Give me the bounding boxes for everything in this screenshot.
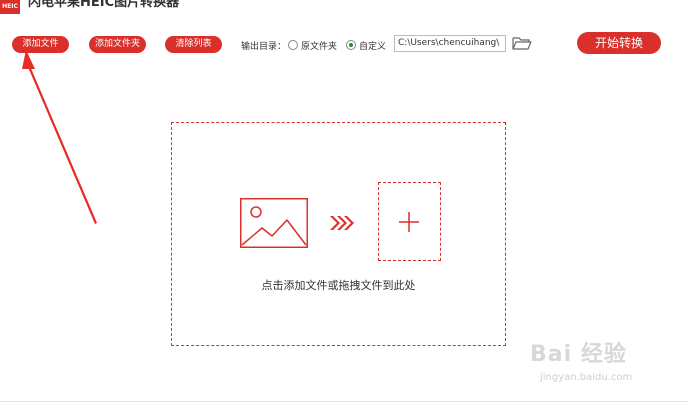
app-logo: HEIC [0, 0, 20, 14]
radio-checked-dot [349, 43, 353, 47]
folder-open-icon[interactable] [512, 35, 532, 51]
radio-original-folder-label[interactable]: 原文件夹 [301, 39, 337, 52]
image-placeholder-icon [240, 198, 308, 248]
baidu-watermark: Bai 经验 jingyan.baidu.com [520, 336, 680, 396]
triple-arrow-right-icon [330, 214, 354, 232]
add-folder-button[interactable]: 添加文件夹 [89, 36, 146, 53]
radio-custom-folder-label[interactable]: 自定义 [359, 39, 386, 52]
plus-icon [399, 212, 419, 232]
radio-original-folder[interactable] [288, 40, 298, 50]
add-file-plus-box[interactable] [378, 182, 441, 261]
output-path-input[interactable] [394, 35, 506, 52]
bottom-divider [0, 401, 689, 402]
start-convert-button[interactable]: 开始转换 [577, 32, 661, 54]
watermark-sub-text: jingyan.baidu.com [540, 372, 633, 383]
app-title: 闪电苹果HEIC图片转换器 [28, 0, 180, 10]
watermark-main-text: Bai 经验 [530, 342, 627, 367]
output-dir-label: 输出目录： [241, 42, 287, 52]
add-file-button[interactable]: 添加文件 [12, 36, 69, 53]
clear-list-button[interactable]: 清除列表 [165, 36, 222, 53]
radio-custom-folder[interactable] [346, 40, 356, 50]
title-bar: HEIC 闪电苹果HEIC图片转换器 [0, 0, 689, 20]
drop-hint-text: 点击添加文件或拖拽文件到此处 [261, 279, 416, 292]
file-drop-zone[interactable] [171, 122, 506, 346]
